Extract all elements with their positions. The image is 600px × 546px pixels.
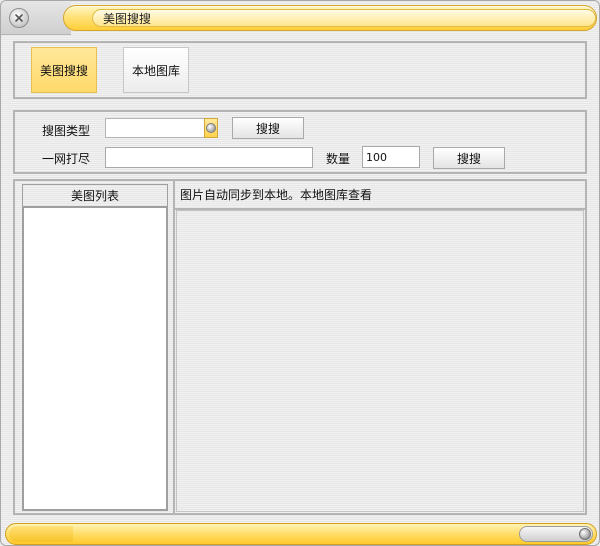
search-type-dropdown-button[interactable] xyxy=(204,118,218,138)
sync-info-text: 图片自动同步到本地。本地图库查看 xyxy=(180,188,373,202)
tab-local-gallery[interactable]: 本地图库 xyxy=(123,47,189,93)
close-button[interactable] xyxy=(9,8,29,28)
vertical-divider xyxy=(173,181,175,513)
grip-knob-icon xyxy=(579,528,591,540)
search-button-top[interactable]: 搜搜 xyxy=(232,117,304,139)
content-panel: 美图列表 图片自动同步到本地。本地图库查看 xyxy=(13,179,587,515)
search-type-combo[interactable] xyxy=(105,118,218,138)
image-list[interactable] xyxy=(22,206,168,511)
search-panel: 搜图类型 搜搜 一网打尽 数量 搜搜 xyxy=(13,110,587,174)
count-input[interactable] xyxy=(362,146,420,168)
title-bar-pill-inner xyxy=(92,9,596,27)
status-bar-pill xyxy=(5,523,597,545)
title-bar[interactable]: 美图搜搜 xyxy=(1,1,599,35)
tab-meitu-search[interactable]: 美图搜搜 xyxy=(31,47,97,93)
bulk-label: 一网打尽 xyxy=(42,152,91,166)
app-window: 美图搜搜 美图搜搜 本地图库 搜图类型 搜搜 一网打尽 数量 搜搜 美图列表 图… xyxy=(0,0,600,546)
dropdown-knob-icon xyxy=(206,123,216,133)
tab-panel: 美图搜搜 本地图库 xyxy=(13,41,587,99)
image-list-header: 美图列表 xyxy=(22,184,168,206)
status-bar-left-cap xyxy=(9,526,73,542)
count-label: 数量 xyxy=(326,152,351,166)
status-bar xyxy=(1,521,599,545)
image-view-area[interactable] xyxy=(176,210,584,512)
window-title: 美图搜搜 xyxy=(103,12,152,26)
close-icon xyxy=(15,14,23,22)
search-type-label: 搜图类型 xyxy=(42,124,91,138)
search-button-bottom[interactable]: 搜搜 xyxy=(433,147,505,169)
bulk-input[interactable] xyxy=(105,147,313,168)
resize-grip[interactable] xyxy=(519,526,593,542)
